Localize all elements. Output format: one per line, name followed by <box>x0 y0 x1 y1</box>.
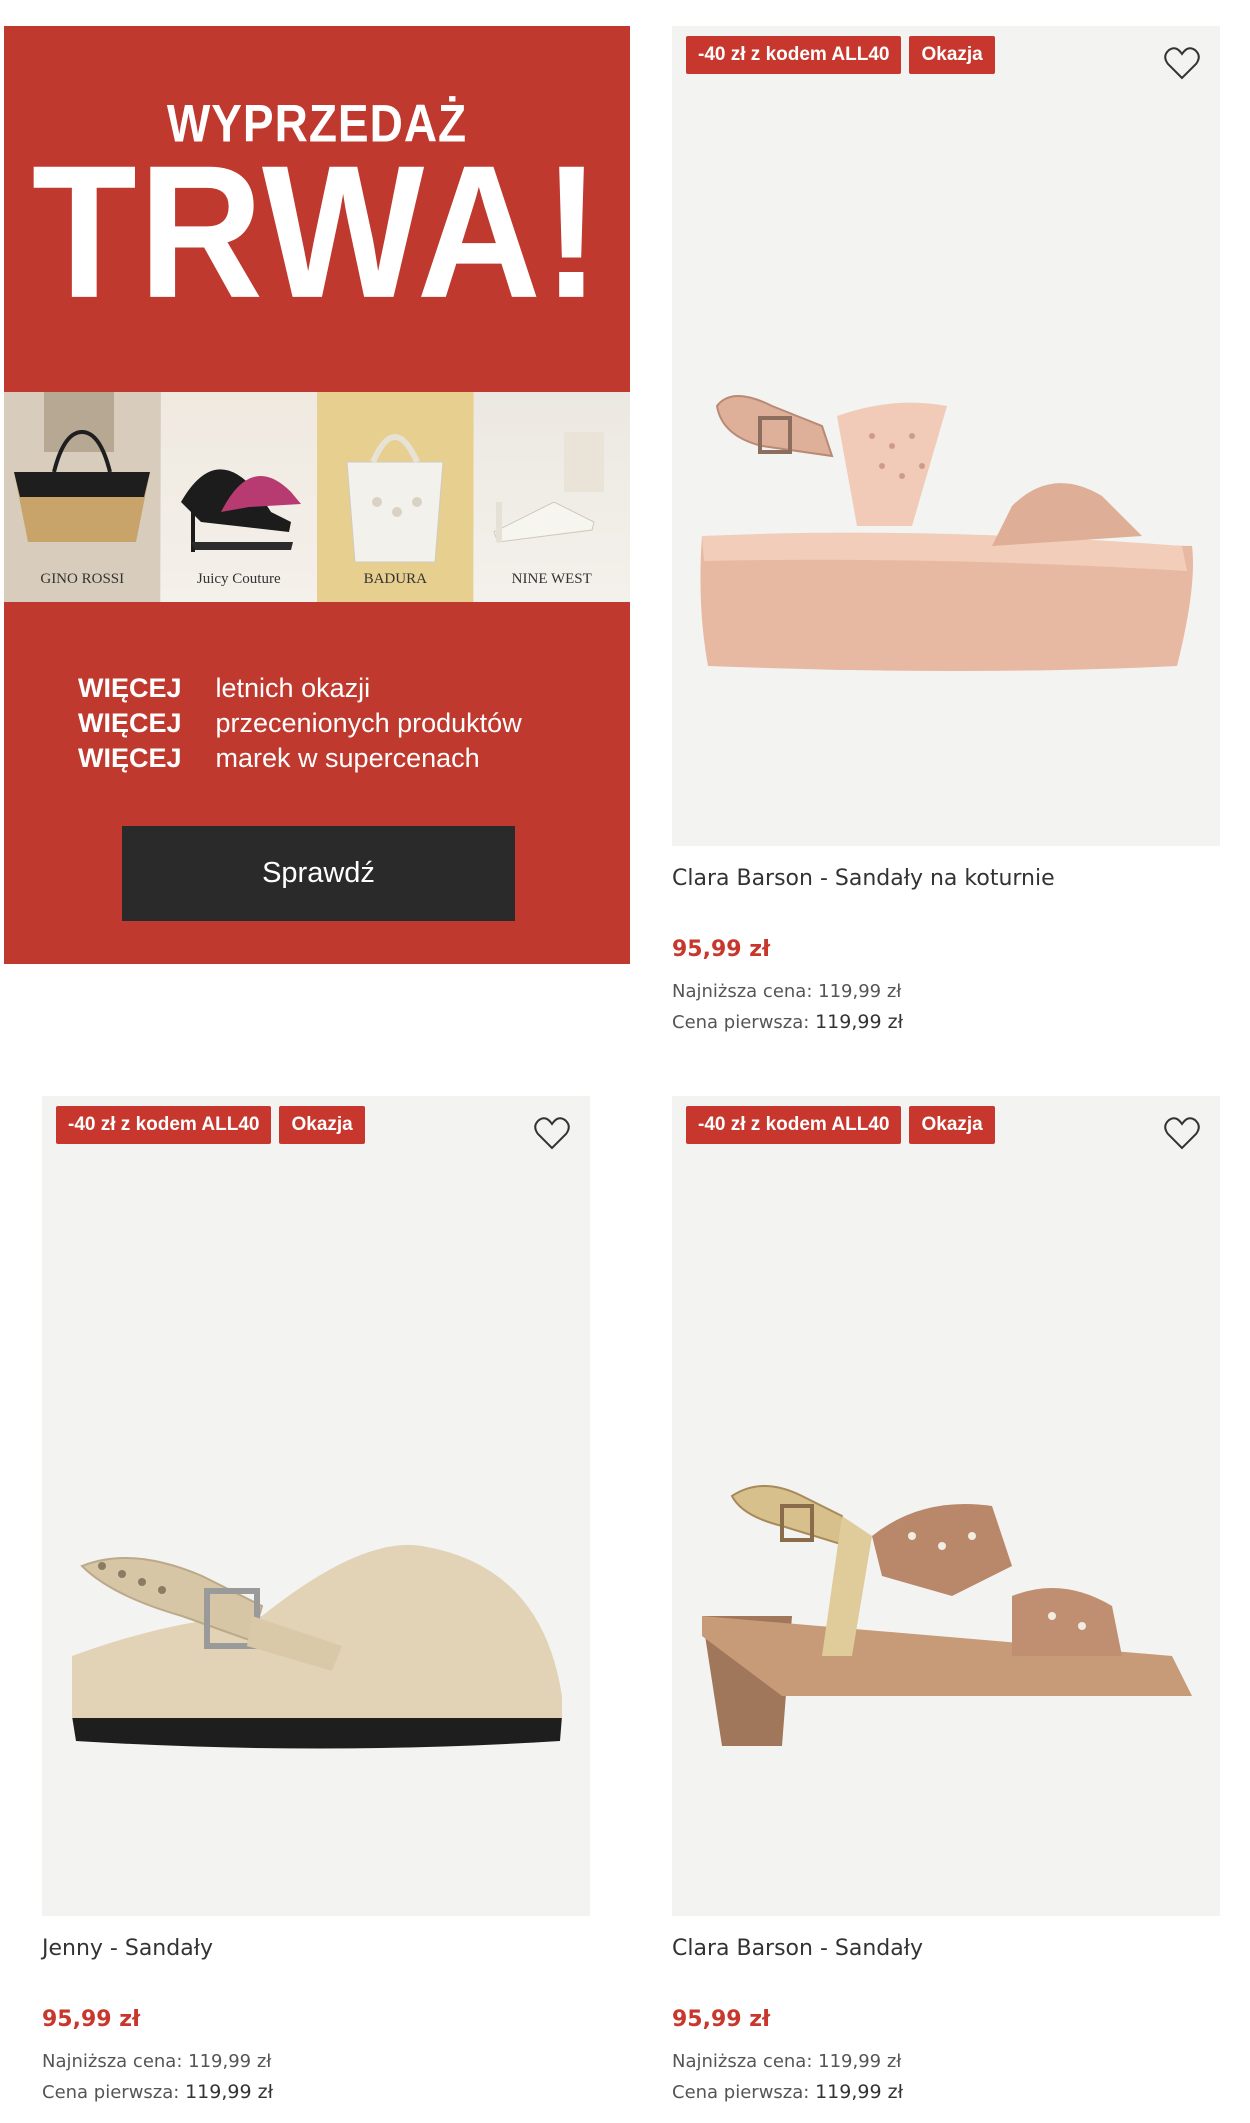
brand-name: BADURA <box>363 571 427 587</box>
heeled-sandal-image <box>702 1485 1192 1746</box>
promo-keyword: WIĘCEJ <box>78 708 182 738</box>
product-price: 95,99 zł <box>42 2007 141 2032</box>
badge-group: -40 zł z kodem ALL40 Okazja <box>686 1106 995 1144</box>
first-price-row: Cena pierwsza: 119,99 zł <box>42 2077 590 2108</box>
first-price-label: Cena pierwsza: <box>672 1012 810 1033</box>
first-price-label: Cena pierwsza: <box>42 2082 180 2103</box>
promo-line: WIĘCEJ marek w supercenach <box>78 741 522 776</box>
lowest-price-row: Najniższa cena: 119,99 zł <box>42 2046 590 2077</box>
lowest-price-label: Najniższa cena: <box>42 2051 183 2072</box>
badge-group: -40 zł z kodem ALL40 Okazja <box>686 36 995 74</box>
product-image-area[interactable]: -40 zł z kodem ALL40 Okazja <box>672 1096 1220 1916</box>
promo-header: WYPRZEDAŻ TRWA! <box>4 26 630 392</box>
check-button[interactable]: Sprawdź <box>122 826 515 921</box>
deal-badge: Okazja <box>909 1106 995 1144</box>
lowest-price-value: 119,99 zł <box>188 2051 272 2072</box>
product-price: 95,99 zł <box>672 937 771 962</box>
price-details: Najniższa cena: 119,99 zł Cena pierwsza:… <box>672 976 1220 1038</box>
promo-line-text: letnich okazji <box>215 673 371 703</box>
promo-line-text: przecenionych produktów <box>215 708 522 738</box>
discount-code-badge: -40 zł z kodem ALL40 <box>56 1106 272 1144</box>
brand-tile-badura: BADURA <box>317 392 474 602</box>
first-price-value: 119,99 zł <box>185 2081 273 2103</box>
product-image-area[interactable]: -40 zł z kodem ALL40 Okazja <box>672 26 1220 846</box>
deal-badge: Okazja <box>279 1106 365 1144</box>
lowest-price-label: Najniższa cena: <box>672 981 813 1002</box>
product-price: 95,99 zł <box>672 2007 771 2032</box>
promo-banner[interactable]: WYPRZEDAŻ TRWA! GINO ROSSI Juicy Couture <box>4 26 630 964</box>
lowest-price-value: 119,99 zł <box>818 981 902 1002</box>
product-card[interactable]: -40 zł z kodem ALL40 Okazja Jenny - Sand… <box>42 1096 590 2108</box>
clog-sandal-image <box>72 1544 562 1749</box>
product-card[interactable]: -40 zł z kodem ALL40 Okazja Clara Barson… <box>672 1096 1220 2108</box>
discount-code-badge: -40 zł z kodem ALL40 <box>686 36 902 74</box>
lowest-price-value: 119,99 zł <box>818 2051 902 2072</box>
discount-code-badge: -40 zł z kodem ALL40 <box>686 1106 902 1144</box>
badge-group: -40 zł z kodem ALL40 Okazja <box>56 1106 365 1144</box>
product-title[interactable]: Jenny - Sandały <box>42 1936 590 1961</box>
first-price-row: Cena pierwsza: 119,99 zł <box>672 1007 1220 1038</box>
heart-icon[interactable] <box>532 1114 572 1154</box>
product-title[interactable]: Clara Barson - Sandały na koturnie <box>672 866 1220 891</box>
heart-icon[interactable] <box>1162 1114 1202 1154</box>
deal-badge: Okazja <box>909 36 995 74</box>
promo-line: WIĘCEJ przecenionych produktów <box>78 706 522 741</box>
lowest-price-row: Najniższa cena: 119,99 zł <box>672 976 1220 1007</box>
product-card[interactable]: -40 zł z kodem ALL40 Okazja Clara Barson… <box>672 26 1220 1038</box>
brand-tile-nine-west: NINE WEST <box>473 392 630 602</box>
heart-icon[interactable] <box>1162 44 1202 84</box>
brand-strip: GINO ROSSI Juicy Couture BADURA NINE WES… <box>4 392 630 602</box>
promo-line-text: marek w supercenach <box>215 743 480 773</box>
brand-name: GINO ROSSI <box>40 571 125 587</box>
promo-keyword: WIĘCEJ <box>78 673 182 703</box>
brand-tile-gino-rossi: GINO ROSSI <box>4 392 161 602</box>
promo-benefits: WIĘCEJ letnich okazji WIĘCEJ przeceniony… <box>78 671 522 776</box>
product-title[interactable]: Clara Barson - Sandały <box>672 1936 1220 1961</box>
promo-line: WIĘCEJ letnich okazji <box>78 671 522 706</box>
first-price-value: 119,99 zł <box>815 1011 903 1033</box>
brand-name: Juicy Couture <box>196 571 281 587</box>
price-details: Najniższa cena: 119,99 zł Cena pierwsza:… <box>42 2046 590 2108</box>
promo-keyword: WIĘCEJ <box>78 743 182 773</box>
promo-headline: TRWA! <box>31 126 603 338</box>
brand-name: NINE WEST <box>511 571 592 587</box>
first-price-value: 119,99 zł <box>815 2081 903 2103</box>
first-price-row: Cena pierwsza: 119,99 zł <box>672 2077 1220 2108</box>
product-image-area[interactable]: -40 zł z kodem ALL40 Okazja <box>42 1096 590 1916</box>
wedge-sandal-image <box>700 395 1193 671</box>
price-details: Najniższa cena: 119,99 zł Cena pierwsza:… <box>672 2046 1220 2108</box>
lowest-price-label: Najniższa cena: <box>672 2051 813 2072</box>
brand-tile-juicy-couture: Juicy Couture <box>160 392 317 602</box>
first-price-label: Cena pierwsza: <box>672 2082 810 2103</box>
lowest-price-row: Najniższa cena: 119,99 zł <box>672 2046 1220 2077</box>
